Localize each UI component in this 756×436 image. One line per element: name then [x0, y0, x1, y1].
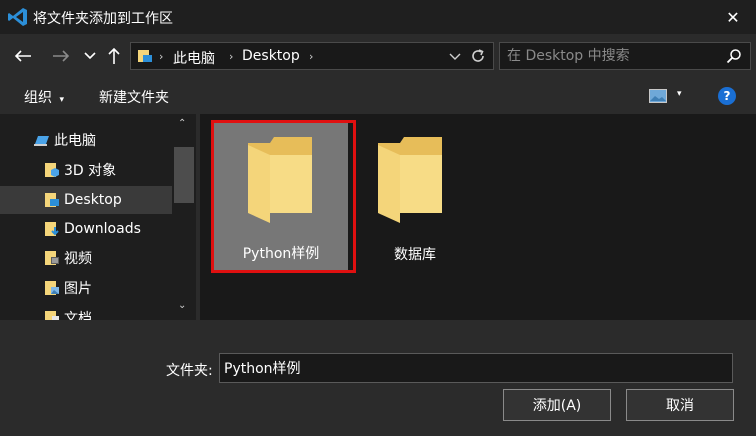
sidebar-item-label: 图片 — [64, 281, 92, 297]
breadcrumb-separator[interactable]: › — [309, 50, 313, 63]
breadcrumb-separator: › — [159, 50, 164, 63]
computer-icon — [34, 136, 49, 146]
arrow-up-icon — [108, 47, 120, 64]
search-box[interactable] — [499, 42, 751, 70]
cancel-button[interactable]: 取消 — [626, 389, 734, 421]
view-options-button[interactable]: ▾ — [649, 87, 689, 105]
downloads-icon — [45, 222, 59, 236]
dialog-footer: 文件夹: 添加(A) 取消 — [0, 320, 756, 436]
folder-icon — [378, 137, 442, 223]
computer-folder-icon — [138, 50, 152, 62]
desktop-folder-icon — [45, 193, 59, 207]
sidebar-scrollbar[interactable]: ⌃ ⌄ — [172, 114, 196, 320]
address-row: › 此电脑 › Desktop › — [0, 34, 756, 78]
search-input[interactable] — [500, 43, 720, 69]
sidebar-item-label: Downloads — [64, 221, 141, 237]
search-icon[interactable] — [726, 48, 742, 64]
pictures-icon — [45, 281, 59, 295]
caret-down-icon: ▾ — [59, 95, 64, 105]
3d-objects-icon — [45, 163, 59, 177]
new-folder-button[interactable]: 新建文件夹 — [99, 87, 169, 107]
sidebar-item-label: 视频 — [64, 251, 92, 267]
sidebar-item-label: 文档 — [64, 311, 92, 320]
view-thumbnail-icon — [649, 89, 667, 103]
folder-name-input[interactable] — [219, 353, 733, 383]
title-bar: 将文件夹添加到工作区 ✕ — [0, 0, 756, 34]
sidebar-item-downloads[interactable]: Downloads — [0, 215, 172, 243]
arrow-left-icon — [14, 50, 31, 62]
selection-highlight-box — [211, 120, 356, 273]
organize-label: 组织 — [24, 90, 52, 106]
scrollbar-thumb[interactable] — [174, 147, 194, 203]
breadcrumb-this-pc[interactable]: 此电脑 — [173, 48, 215, 68]
documents-icon — [45, 311, 59, 320]
vscode-logo-icon — [8, 8, 27, 26]
file-item-label: 数据库 — [394, 247, 436, 263]
videos-icon — [45, 251, 59, 265]
address-bar[interactable]: › 此电脑 › Desktop › — [130, 42, 494, 70]
sidebar-item-videos[interactable]: 视频 — [0, 244, 172, 272]
close-icon: ✕ — [726, 7, 740, 27]
window-title: 将文件夹添加到工作区 — [33, 11, 173, 27]
sidebar-item-documents[interactable]: 文档 — [0, 304, 172, 320]
chevron-down-icon — [84, 52, 96, 60]
sidebar-item-label: 此电脑 — [54, 133, 96, 149]
navigation-pane: 此电脑 3D 对象 Desktop Downloads 视频 图片 文档 ⌃ ⌄ — [0, 114, 196, 320]
forward-button[interactable] — [48, 44, 74, 68]
folder-field-label: 文件夹: — [166, 363, 213, 379]
breadcrumb-desktop[interactable]: Desktop — [242, 48, 300, 64]
back-button[interactable] — [10, 44, 36, 68]
sidebar-item-label: Desktop — [64, 192, 122, 208]
caret-down-icon: ▾ — [677, 89, 682, 99]
add-button[interactable]: 添加(A) — [503, 389, 611, 421]
sidebar-item-this-pc[interactable]: 此电脑 — [0, 126, 172, 154]
arrow-right-icon — [53, 50, 70, 62]
up-button[interactable] — [104, 44, 124, 68]
file-item-database[interactable]: 数据库 — [348, 123, 482, 273]
sidebar-item-desktop[interactable]: Desktop — [0, 186, 172, 214]
scroll-down-icon[interactable]: ⌄ — [178, 300, 186, 311]
recent-locations-button[interactable] — [82, 44, 98, 68]
help-button[interactable]: ? — [718, 87, 736, 105]
scroll-up-icon[interactable]: ⌃ — [178, 118, 186, 129]
sidebar-item-label: 3D 对象 — [64, 163, 117, 179]
close-button[interactable]: ✕ — [710, 0, 756, 34]
organize-menu[interactable]: 组织 ▾ — [24, 87, 64, 107]
refresh-icon[interactable] — [469, 47, 487, 65]
address-history-chevron-icon[interactable] — [449, 49, 461, 63]
command-toolbar: 组织 ▾ 新建文件夹 ▾ ? — [0, 78, 756, 114]
sidebar-item-3d-objects[interactable]: 3D 对象 — [0, 156, 172, 184]
sidebar-item-pictures[interactable]: 图片 — [0, 274, 172, 302]
breadcrumb-separator[interactable]: › — [229, 50, 233, 63]
